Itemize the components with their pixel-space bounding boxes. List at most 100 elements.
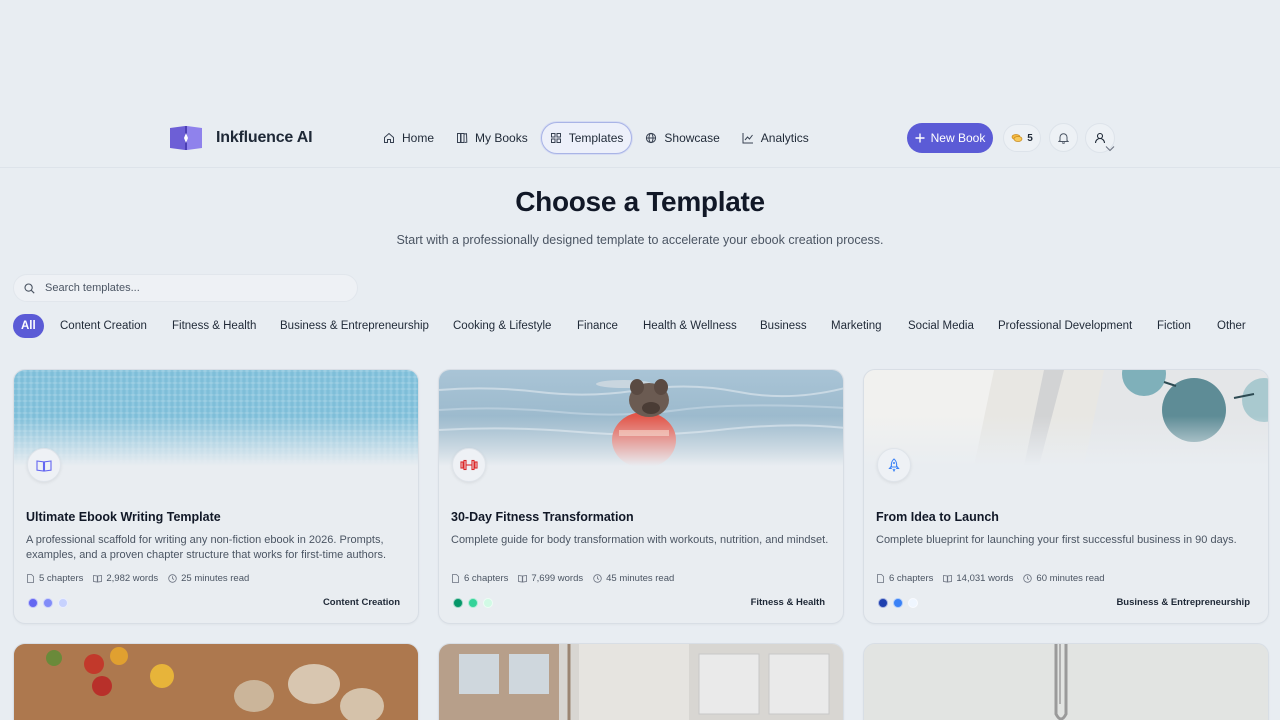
search-input[interactable] (45, 282, 335, 294)
category-professional-development[interactable]: Professional Development (998, 314, 1132, 338)
credits-badge[interactable]: 5 (1003, 124, 1041, 152)
category-business[interactable]: Business (760, 314, 807, 338)
book-open-icon (36, 459, 52, 472)
color-swatches (28, 598, 68, 608)
words-info: 7,699 words (518, 573, 583, 584)
template-card[interactable] (438, 643, 844, 720)
chapters-info: 5 chapters (26, 573, 83, 584)
category-marketing[interactable]: Marketing (831, 314, 882, 338)
color-swatch (468, 598, 478, 608)
template-category: Content Creation (322, 597, 400, 608)
category-finance[interactable]: Finance (577, 314, 618, 338)
template-cover-image (14, 370, 418, 466)
coins-icon (1011, 134, 1023, 142)
read-time-info: 25 minutes read (168, 573, 249, 584)
home-icon (384, 132, 394, 143)
nav-my-books[interactable]: My Books (447, 122, 537, 154)
books-icon (457, 133, 468, 143)
page-title: Choose a Template (515, 186, 765, 217)
template-card[interactable] (13, 643, 419, 720)
color-swatch (453, 598, 463, 608)
template-icon (877, 448, 911, 482)
nav-showcase-label: Showcase (664, 131, 720, 145)
color-swatch (28, 598, 38, 608)
template-card[interactable]: From Idea to Launch Complete blueprint f… (863, 369, 1269, 624)
brand-logo[interactable]: Inkfluence AI (168, 124, 313, 152)
top-nav: Inkfluence AI Home My Books Templates Sh… (0, 112, 1280, 168)
search-icon (24, 282, 35, 294)
color-swatch (908, 598, 918, 608)
notifications-button[interactable] (1049, 123, 1078, 152)
rocket-icon (888, 458, 900, 472)
clock-icon (1023, 574, 1033, 583)
template-card[interactable] (863, 643, 1269, 720)
template-cover-image (439, 644, 843, 720)
category-health-wellness[interactable]: Health & Wellness (643, 314, 737, 338)
read-time-info: 60 minutes read (1023, 573, 1105, 584)
nav-my-books-label: My Books (475, 131, 528, 145)
template-card[interactable]: 30-Day Fitness Transformation Complete g… (438, 369, 844, 624)
chart-icon (742, 133, 753, 144)
nav-home-label: Home (402, 131, 435, 145)
nav-analytics-label: Analytics (760, 131, 809, 145)
color-swatch (483, 598, 493, 608)
template-cover-image (864, 370, 1268, 466)
template-category: Fitness & Health (750, 597, 825, 608)
category-social-media[interactable]: Social Media (908, 314, 974, 338)
template-card[interactable]: Ultimate Ebook Writing Template A profes… (13, 369, 419, 624)
template-title: From Idea to Launch (876, 510, 999, 524)
category-fiction[interactable]: Fiction (1157, 314, 1191, 338)
color-swatch (893, 598, 903, 608)
nav-analytics[interactable]: Analytics (733, 122, 818, 154)
nav-home[interactable]: Home (374, 122, 443, 154)
template-category: Business & Entrepreneurship (1116, 597, 1250, 608)
new-book-label: New Book (930, 131, 986, 145)
clock-icon (168, 574, 177, 583)
color-swatch (58, 598, 68, 608)
category-fitness-health[interactable]: Fitness & Health (172, 314, 256, 338)
chevron-down-icon[interactable] (1105, 145, 1115, 152)
grid-icon (550, 133, 561, 143)
plus-icon (915, 133, 925, 143)
category-cooking-lifestyle[interactable]: Cooking & Lifestyle (453, 314, 551, 338)
category-other[interactable]: Other (1217, 314, 1246, 338)
search-box (13, 274, 358, 302)
chapters-info: 6 chapters (451, 573, 508, 584)
category-all[interactable]: All (13, 314, 44, 338)
template-cover-image (14, 644, 418, 720)
file-icon (27, 574, 34, 583)
template-description: Complete guide for body transformation w… (451, 534, 829, 546)
globe-icon (646, 132, 657, 144)
brand-name: Inkfluence AI (216, 129, 313, 146)
template-title: Ultimate Ebook Writing Template (26, 510, 221, 524)
template-icon (27, 448, 61, 482)
chapters-info: 6 chapters (876, 573, 933, 584)
template-title: 30-Day Fitness Transformation (451, 510, 634, 524)
template-cover-image (864, 644, 1268, 720)
clock-icon (593, 574, 602, 583)
bell-icon (1058, 132, 1069, 144)
template-cover-image (439, 370, 843, 466)
file-icon (877, 574, 884, 583)
file-icon (452, 574, 459, 583)
template-meta: 5 chapters 2,982 words 25 minutes read (26, 573, 249, 584)
nav-templates[interactable]: Templates (540, 122, 633, 154)
dumbbell-icon (460, 459, 478, 471)
book-icon (518, 575, 528, 583)
credits-count: 5 (1027, 132, 1033, 144)
color-swatch (43, 598, 53, 608)
words-info: 14,031 words (943, 573, 1013, 584)
page-subtitle: Start with a professionally designed tem… (396, 233, 884, 247)
read-time-info: 45 minutes read (593, 573, 674, 584)
template-meta: 6 chapters 14,031 words 60 minutes read (876, 573, 1105, 584)
template-description: A professional scaffold for writing any … (26, 534, 387, 561)
category-business-entrepreneurship[interactable]: Business & Entrepreneurship (280, 314, 429, 338)
nav-templates-label: Templates (568, 131, 624, 145)
color-swatches (878, 598, 918, 608)
template-icon (452, 448, 486, 482)
template-description: Complete blueprint for launching your fi… (876, 534, 1237, 546)
new-book-button[interactable]: New Book (907, 123, 993, 153)
user-icon (1094, 132, 1106, 144)
category-content-creation[interactable]: Content Creation (60, 314, 147, 338)
nav-showcase[interactable]: Showcase (636, 122, 728, 154)
